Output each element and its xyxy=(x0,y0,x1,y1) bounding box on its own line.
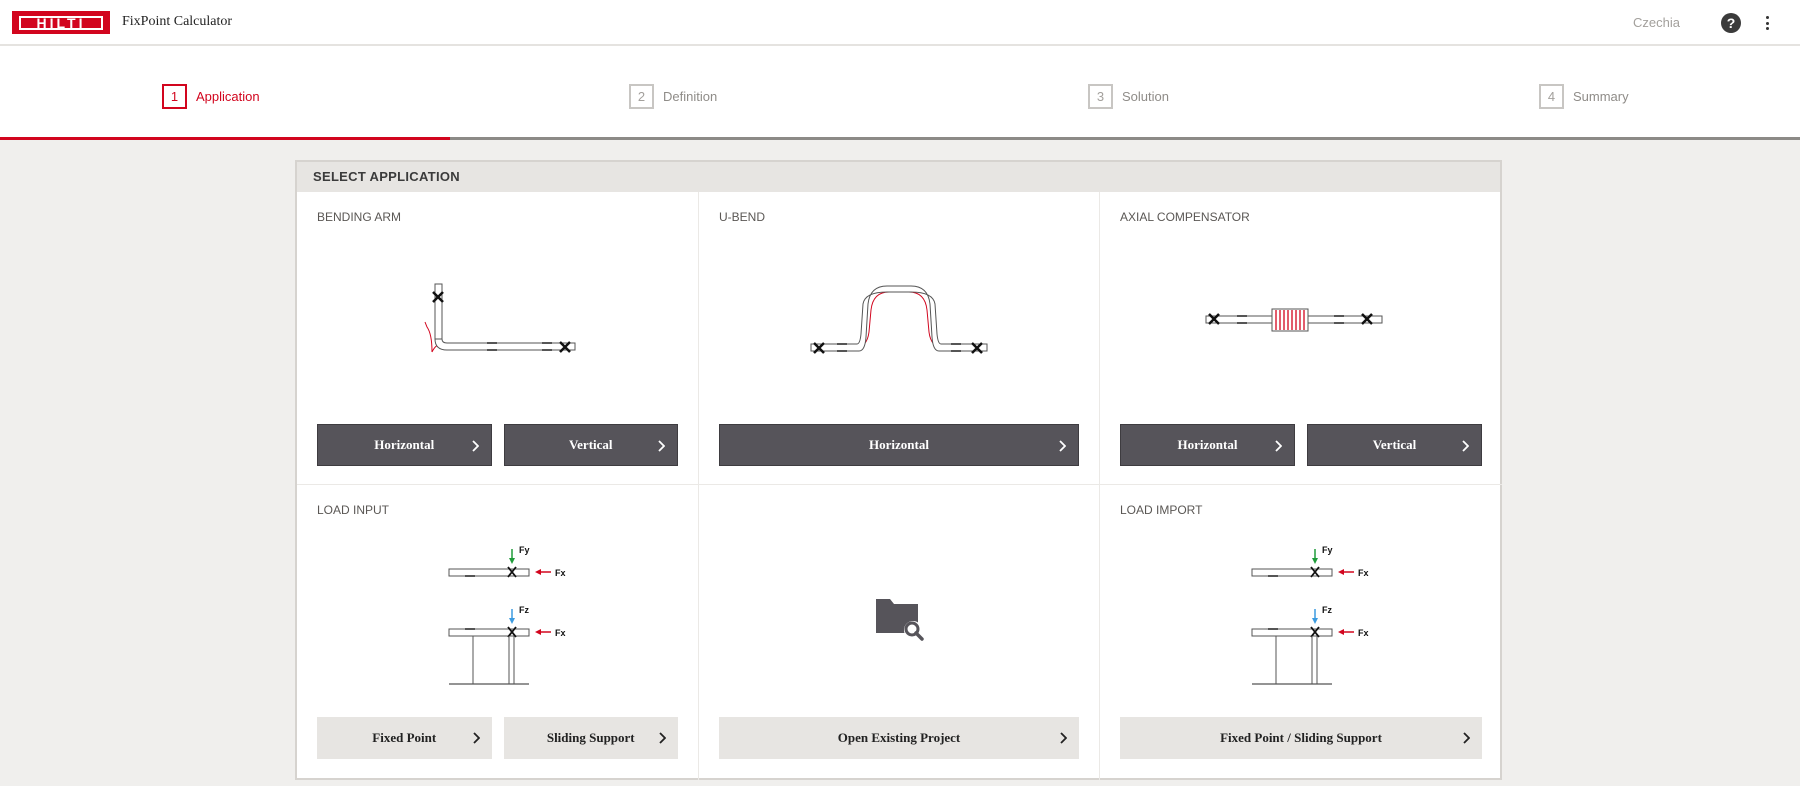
load-import-diagram: Fy Fx Fz Fx xyxy=(1251,545,1369,685)
chevron-right-icon xyxy=(657,425,665,467)
step-summary[interactable]: 4 Summary xyxy=(1539,84,1629,109)
bending-arm-vertical-button[interactable]: Vertical xyxy=(503,424,678,467)
force-label-fx: Fx xyxy=(555,568,566,578)
step-solution[interactable]: 3 Solution xyxy=(1088,84,1169,109)
top-bar: HILTI FixPoint Calculator Czechia ? xyxy=(0,0,1800,46)
card-title: U-BEND xyxy=(719,210,766,224)
country-selector[interactable]: Czechia xyxy=(1633,15,1680,30)
button-label: Vertical xyxy=(568,437,613,452)
button-label: Horizontal xyxy=(1177,437,1238,452)
logo-text: HILTI xyxy=(36,14,86,31)
load-input-diagram: Fy Fx Fz Fx xyxy=(448,545,566,685)
axial-horizontal-button[interactable]: Horizontal xyxy=(1120,424,1295,466)
chevron-right-icon xyxy=(1274,425,1282,467)
force-label-fz: Fz xyxy=(1322,605,1332,615)
progress-track xyxy=(0,137,1800,140)
fixed-point-sliding-support-button[interactable]: Fixed Point / Sliding Support xyxy=(1120,717,1482,759)
force-label-fx: Fx xyxy=(555,628,566,638)
open-existing-project-button[interactable]: Open Existing Project xyxy=(719,717,1079,759)
chevron-right-icon xyxy=(1462,717,1470,759)
card-u-bend: U-BEND Horizontal xyxy=(699,192,1100,485)
sliding-support-button[interactable]: Sliding Support xyxy=(503,717,678,759)
wizard-stepper: 1 Application 2 Definition 3 Solution 4 … xyxy=(0,46,1800,140)
axial-compensator-diagram xyxy=(1205,308,1383,332)
bending-arm-horizontal-button[interactable]: Horizontal xyxy=(317,424,492,466)
button-label: Vertical xyxy=(1372,437,1417,452)
step-label: Application xyxy=(196,89,260,104)
chevron-right-icon xyxy=(1059,717,1067,759)
hilti-logo[interactable]: HILTI xyxy=(12,11,110,34)
card-title: AXIAL COMPENSATOR xyxy=(1120,210,1250,224)
chevron-right-icon xyxy=(1058,425,1066,467)
step-application[interactable]: 1 Application xyxy=(162,84,260,109)
force-label-fx: Fx xyxy=(1358,568,1369,578)
bending-arm-diagram xyxy=(424,283,576,353)
u-bend-diagram xyxy=(810,285,988,354)
button-label: Sliding Support xyxy=(546,730,635,745)
application-grid: BENDING ARM Horizontal Vertical U-BEND H… xyxy=(297,192,1502,780)
step-label: Summary xyxy=(1573,89,1629,104)
step-number: 1 xyxy=(162,84,187,109)
chevron-right-icon xyxy=(1461,425,1469,467)
button-label: Horizontal xyxy=(374,437,435,452)
step-number: 3 xyxy=(1088,84,1113,109)
u-bend-horizontal-button[interactable]: Horizontal xyxy=(719,424,1079,466)
chevron-right-icon xyxy=(471,425,479,467)
card-title: LOAD INPUT xyxy=(317,503,390,517)
help-icon[interactable]: ? xyxy=(1721,13,1741,33)
button-label: Fixed Point / Sliding Support xyxy=(1220,730,1382,745)
step-label: Solution xyxy=(1122,89,1169,104)
panel-title: SELECT APPLICATION xyxy=(297,162,1500,192)
card-title: LOAD IMPORT xyxy=(1120,503,1203,517)
card-load-input: LOAD INPUT Fy Fx Fz Fx Fixed Point Slidi… xyxy=(297,485,699,780)
more-vert-icon[interactable] xyxy=(1764,13,1770,33)
chevron-right-icon xyxy=(472,717,480,759)
button-label: Horizontal xyxy=(869,437,929,452)
card-open-project: Open Existing Project xyxy=(699,485,1100,780)
step-label: Definition xyxy=(663,89,718,104)
force-label-fz: Fz xyxy=(519,605,529,615)
button-label: Fixed Point xyxy=(372,730,437,745)
select-application-panel: SELECT APPLICATION BENDING ARM Horizonta… xyxy=(295,160,1502,780)
card-title: BENDING ARM xyxy=(317,210,402,224)
card-axial-compensator: AXIAL COMPENSATOR Horizontal Vertical xyxy=(1100,192,1502,485)
step-definition[interactable]: 2 Definition xyxy=(629,84,717,109)
axial-vertical-button[interactable]: Vertical xyxy=(1307,424,1482,466)
folder-search-icon xyxy=(876,599,924,641)
force-label-fy: Fy xyxy=(519,545,530,555)
app-title: FixPoint Calculator xyxy=(122,14,233,29)
card-bending-arm: BENDING ARM Horizontal Vertical xyxy=(297,192,699,485)
progress-fill xyxy=(0,137,450,140)
card-load-import: LOAD IMPORT Fy Fx Fz Fx Fixed Point / Sl… xyxy=(1100,485,1502,780)
step-number: 4 xyxy=(1539,84,1564,109)
button-label: Open Existing Project xyxy=(837,730,961,745)
fixed-point-button[interactable]: Fixed Point xyxy=(317,717,492,759)
step-number: 2 xyxy=(629,84,654,109)
chevron-right-icon xyxy=(658,717,666,759)
force-label-fy: Fy xyxy=(1322,545,1333,555)
force-label-fx: Fx xyxy=(1358,628,1369,638)
